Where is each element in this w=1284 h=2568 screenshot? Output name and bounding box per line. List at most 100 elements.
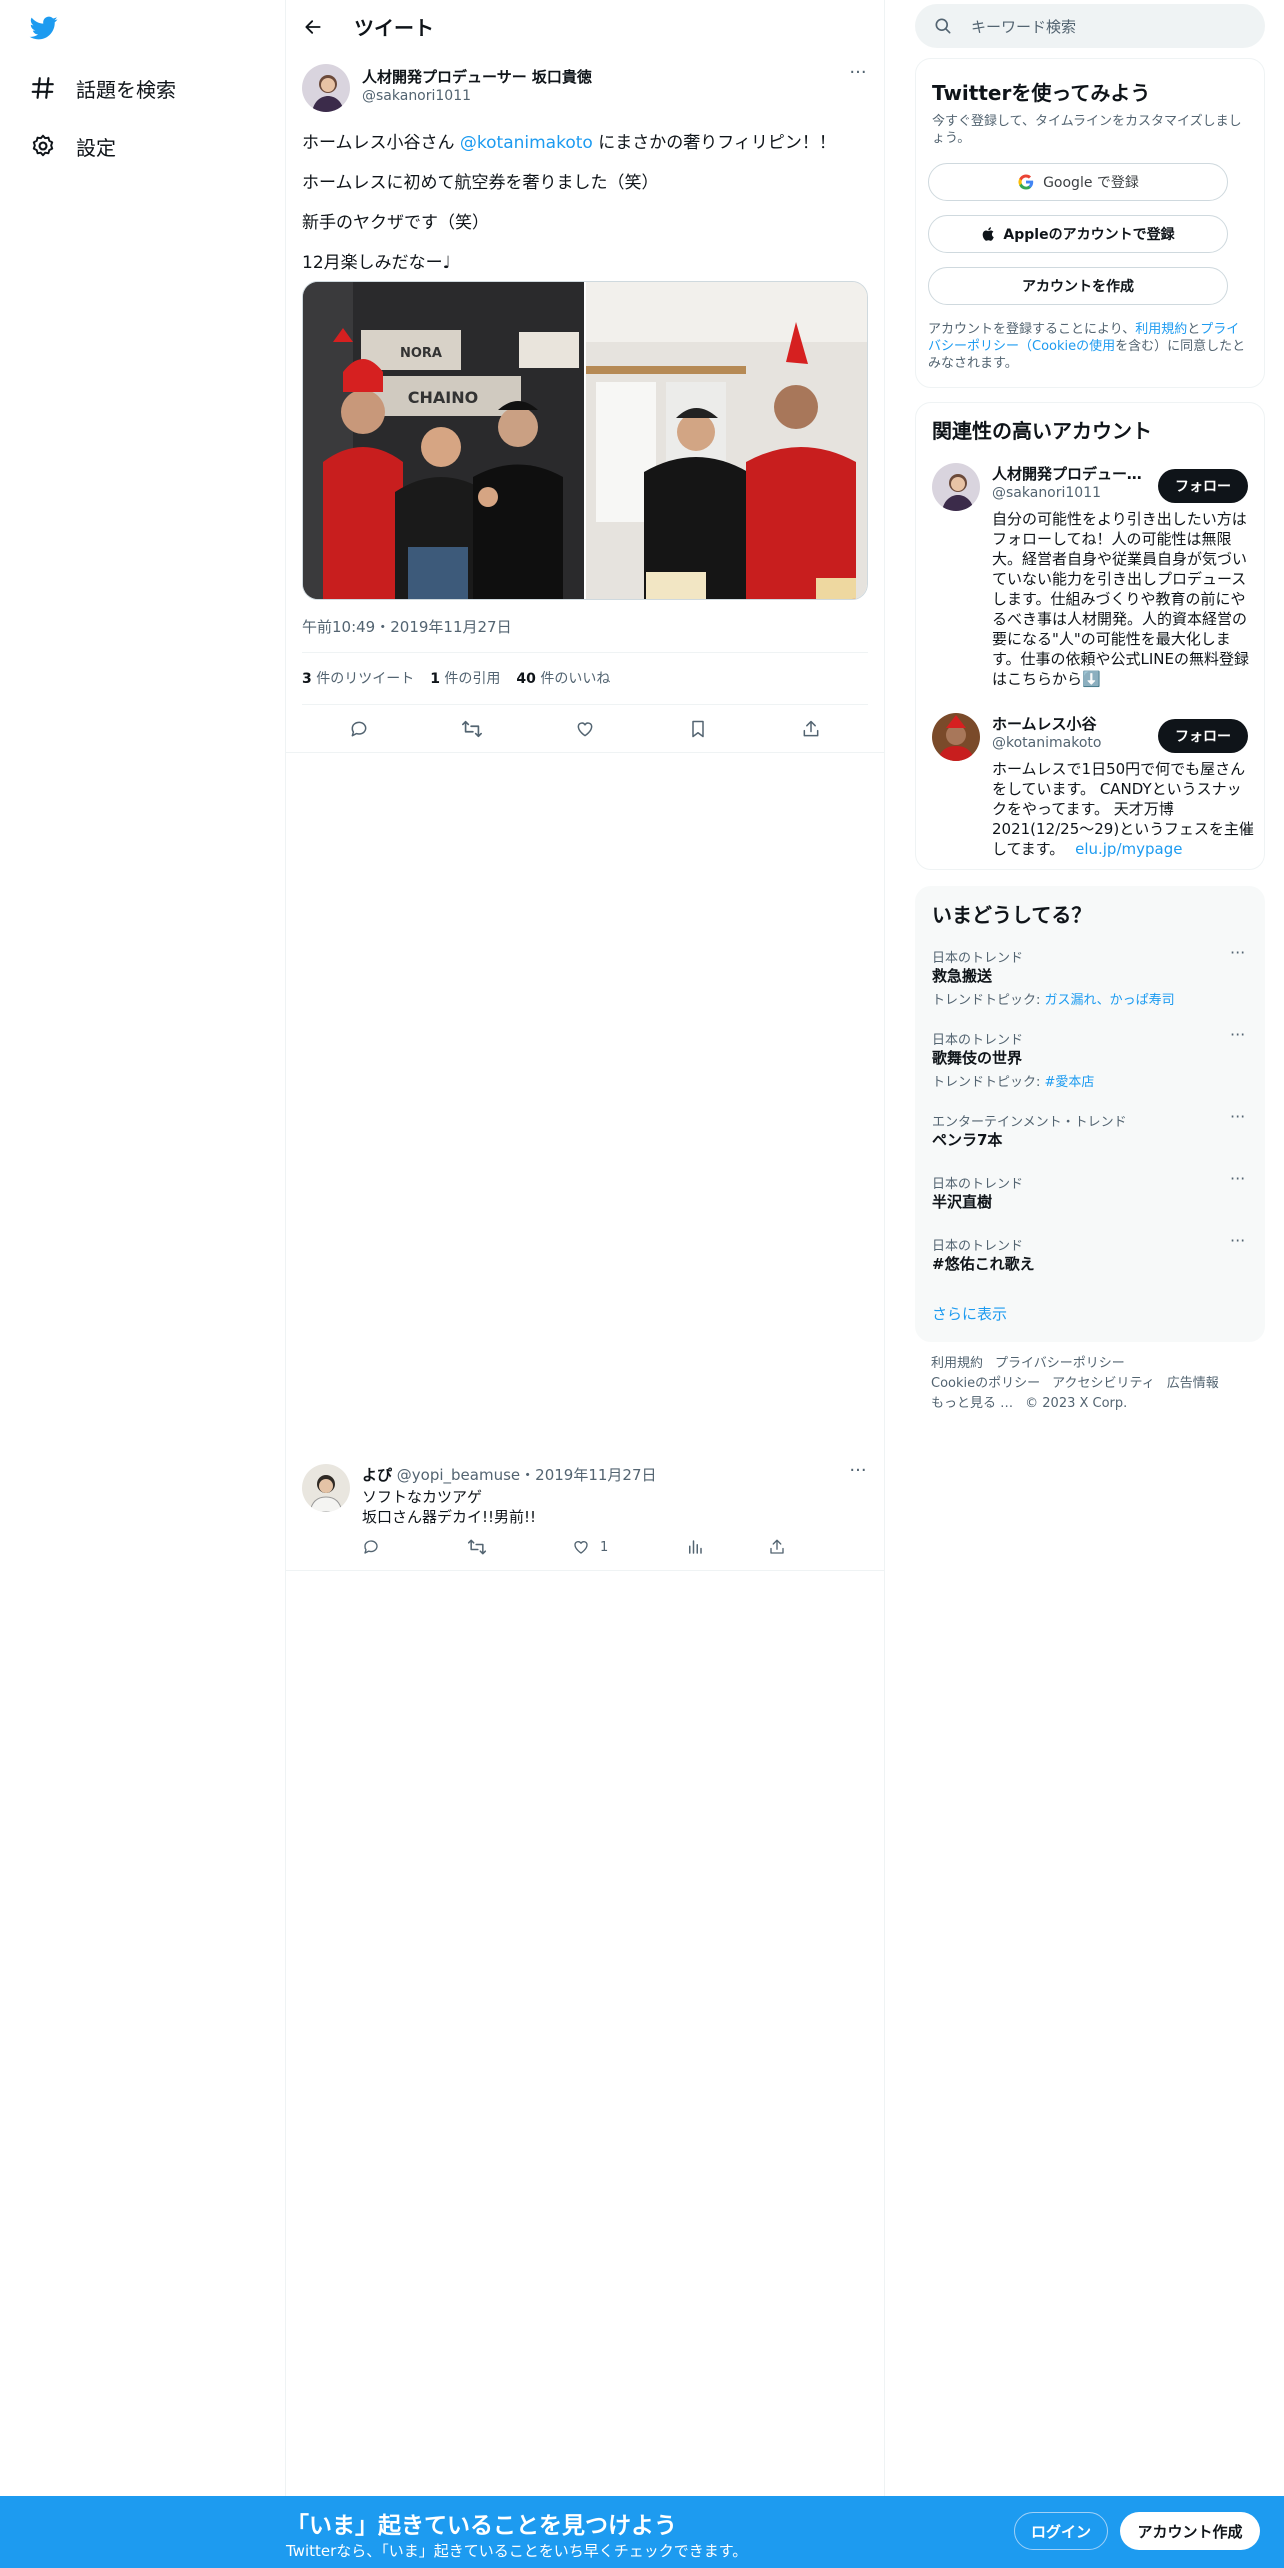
search-box[interactable]: キーワード検索 xyxy=(915,4,1265,48)
terms-link[interactable]: 利用規約 xyxy=(1135,322,1187,337)
search-input[interactable]: キーワード検索 xyxy=(971,16,1076,37)
related-account-bio: 自分の可能性をより引き出したい方はフォローしてね！人の可能性は無限大。経営者自身… xyxy=(992,510,1249,688)
related-account-bio-block: ホームレスで1日50円で何でも屋さんをしています。 CANDYというスナックをや… xyxy=(992,759,1254,859)
login-button[interactable]: ログイン xyxy=(1014,2512,1108,2550)
retweet-label: 件のリツイート xyxy=(311,671,415,687)
tweet-text: ホームレス小谷さん xyxy=(302,133,460,153)
like-label: 件のいいね xyxy=(535,671,611,687)
signup-subtitle: 今すぐ登録して、タイムラインをカスタマイズしましょう。 xyxy=(932,114,1242,146)
tweet-action-bar xyxy=(302,712,868,746)
related-account-avatar[interactable] xyxy=(932,463,980,511)
reply-like-count: 1 xyxy=(600,1539,609,1555)
follow-button[interactable]: フォロー xyxy=(1158,469,1248,503)
hashtag-icon xyxy=(28,73,58,103)
nav-explore[interactable]: 話題を検索 xyxy=(28,64,176,112)
reply-icon[interactable] xyxy=(344,714,374,744)
trend-name[interactable]: #悠佑これ歌え xyxy=(932,1253,1035,1274)
google-signup-label: Google で登録 xyxy=(1043,175,1139,191)
share-icon[interactable] xyxy=(796,714,826,744)
google-signup-button[interactable]: Google で登録 xyxy=(928,163,1228,201)
trend-more-icon[interactable]: ··· xyxy=(1230,1107,1245,1126)
trend-topic: トレンドトピック: ガス漏れ、かっぱ寿司 xyxy=(932,989,1175,1008)
follow-button[interactable]: フォロー xyxy=(1158,719,1248,753)
reply-date[interactable]: ・2019年11月27日 xyxy=(520,1466,656,1484)
more-options-icon[interactable]: ··· xyxy=(846,64,870,86)
twitter-logo-icon[interactable] xyxy=(28,14,60,42)
divider xyxy=(302,704,868,705)
like-icon xyxy=(574,1541,588,1554)
retweet-icon[interactable] xyxy=(467,1536,487,1558)
like-icon[interactable] xyxy=(570,714,600,744)
gear-icon xyxy=(28,131,58,161)
related-account-name[interactable]: ホームレス小谷 xyxy=(992,713,1142,734)
reply-author-name[interactable]: よぴ xyxy=(362,1466,392,1484)
tweet-text: にまさかの奢りフィリピン！！ xyxy=(592,133,836,153)
banner-signup-button[interactable]: アカウント作成 xyxy=(1120,2512,1260,2550)
show-more-link[interactable]: さらに表示 xyxy=(932,1303,1007,1324)
footer-more[interactable]: もっと見る … xyxy=(931,1396,1013,1411)
views-icon[interactable] xyxy=(686,1536,704,1558)
reply-icon[interactable] xyxy=(362,1536,380,1558)
related-accounts-card: 関連性の高いアカウント 人材開発プロデューサー 坂口貴徳 @sakanori10… xyxy=(915,402,1265,870)
banner-subtitle: Twitterなら、「いま」起きていることをいち早くチェックできます。 xyxy=(286,2542,748,2560)
author-handle[interactable]: @sakanori1011 xyxy=(362,88,471,104)
reply-author-handle[interactable]: @yopi_beamuse xyxy=(397,1466,520,1484)
quote-label: 件の引用 xyxy=(439,671,501,687)
footer-privacy[interactable]: プライバシーポリシー xyxy=(995,1356,1125,1371)
like-number: 40 xyxy=(516,671,536,687)
trend-name[interactable]: 歌舞伎の世界 xyxy=(932,1047,1022,1068)
tweet-photo[interactable] xyxy=(586,282,867,599)
related-account-avatar[interactable] xyxy=(932,713,980,761)
related-account-name[interactable]: 人材開発プロデューサー 坂口貴徳 xyxy=(992,463,1142,484)
back-arrow-icon[interactable] xyxy=(298,12,328,42)
photo-sign-text: CHAINO xyxy=(408,388,478,407)
trend-topic-label: トレンドトピック: xyxy=(932,1075,1045,1090)
tweet-timestamp[interactable]: 午前10:49・2019年11月27日 xyxy=(302,616,512,637)
tweet-text-line: ホームレスに初めて航空券を奢りました（笑） xyxy=(302,173,659,193)
related-account-handle[interactable]: @kotanimakoto xyxy=(992,735,1101,751)
like-count[interactable]: 40 件のいいね xyxy=(516,668,610,688)
footer-accessibility[interactable]: アクセシビリティ xyxy=(1052,1376,1155,1391)
author-avatar[interactable] xyxy=(302,64,350,112)
footer-ads[interactable]: 広告情報 xyxy=(1167,1376,1219,1391)
signup-title: Twitterを使ってみよう xyxy=(932,81,1151,105)
more-options-icon[interactable]: ··· xyxy=(846,1462,870,1480)
bio-link[interactable]: elu.jp/mypage xyxy=(1075,840,1182,858)
author-name[interactable]: 人材開発プロデューサー 坂口貴徳 xyxy=(362,66,592,87)
bookmark-icon[interactable] xyxy=(683,714,713,744)
trend-topic-link[interactable]: #愛本店 xyxy=(1045,1075,1095,1090)
trend-name[interactable]: ペンラ7本 xyxy=(932,1129,1002,1150)
page-title: ツイート xyxy=(354,16,434,40)
retweet-count[interactable]: 3 件のリツイート xyxy=(302,668,414,688)
mention-link[interactable]: @kotanimakoto xyxy=(460,133,593,153)
tweet-text-line: 12月楽しみだなー♩ xyxy=(302,253,451,273)
like-button[interactable]: 1 xyxy=(572,1536,608,1558)
trend-name[interactable]: 半沢直樹 xyxy=(932,1191,992,1212)
search-icon xyxy=(935,18,951,34)
retweet-icon[interactable] xyxy=(457,714,487,744)
trend-more-icon[interactable]: ··· xyxy=(1230,1025,1245,1044)
share-icon[interactable] xyxy=(768,1536,786,1558)
trend-more-icon[interactable]: ··· xyxy=(1230,1231,1245,1250)
apple-signup-button[interactable]: Appleのアカウントで登録 xyxy=(928,215,1228,253)
signup-banner: 「いま」起きていることを見つけよう Twitterなら、「いま」起きていることを… xyxy=(0,2496,1284,2568)
footer-terms[interactable]: 利用規約 xyxy=(931,1356,983,1371)
tweet-photo[interactable]: NORA CHAINO xyxy=(303,282,584,599)
trend-more-icon[interactable]: ··· xyxy=(1230,1169,1245,1188)
reply-header: よぴ @yopi_beamuse・2019年11月27日 xyxy=(362,1464,657,1485)
trend-name[interactable]: 救急搬送 xyxy=(932,965,992,986)
divider xyxy=(302,652,868,653)
footer-links: 利用規約 プライバシーポリシー Cookieのポリシー アクセシビリティ 広告情報 も… xyxy=(931,1354,1261,1414)
quote-count[interactable]: 1 件の引用 xyxy=(430,668,500,688)
trend-topic-label: トレンドトピック: xyxy=(932,993,1045,1008)
photo-sign-text: NORA xyxy=(400,346,442,361)
trend-more-icon[interactable]: ··· xyxy=(1230,943,1245,962)
create-account-button[interactable]: アカウントを作成 xyxy=(928,267,1228,305)
trends-title: いまどうしてる？ xyxy=(932,903,1092,927)
footer-cookies[interactable]: Cookieのポリシー xyxy=(931,1376,1040,1391)
reply-author-avatar[interactable] xyxy=(302,1464,350,1512)
nav-settings[interactable]: 設定 xyxy=(28,122,116,170)
trend-topic-link[interactable]: ガス漏れ、かっぱ寿司 xyxy=(1045,993,1175,1008)
google-icon xyxy=(1018,174,1034,190)
related-account-handle[interactable]: @sakanori1011 xyxy=(992,485,1101,501)
